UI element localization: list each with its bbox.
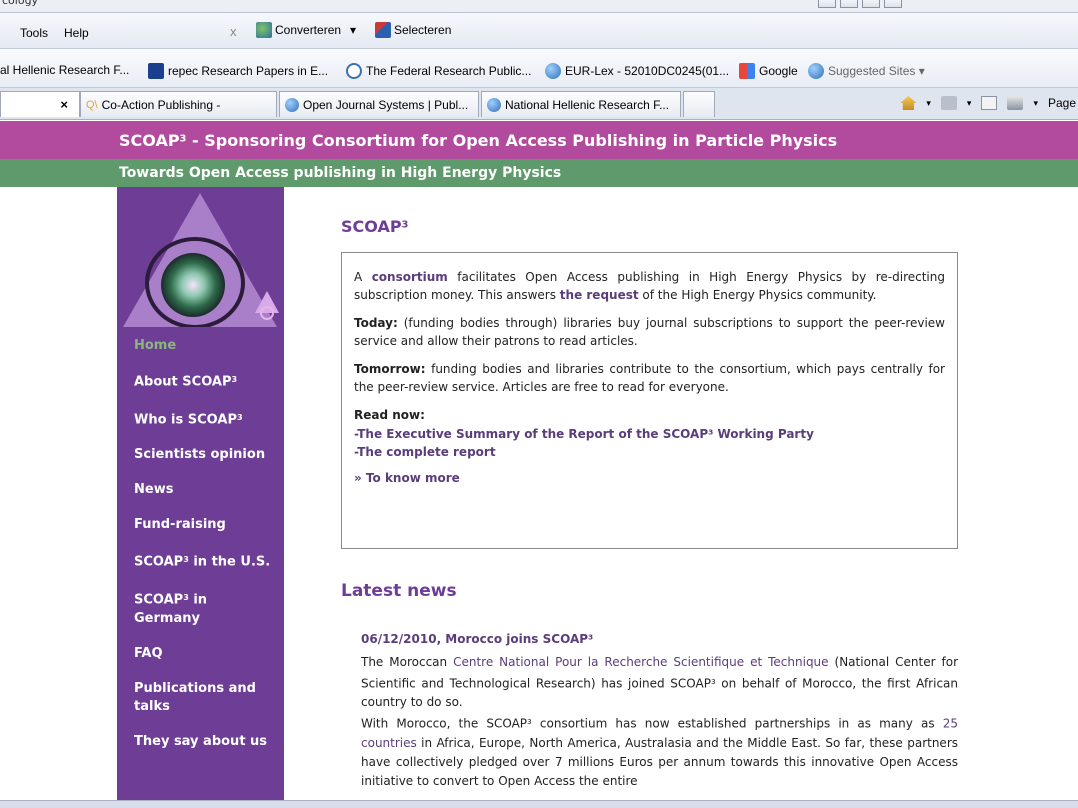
latest-news-heading: Latest news (341, 581, 457, 601)
favorites-bar: al Hellenic Research F... repec Research… (0, 50, 1078, 88)
tab-label: Open Journal Systems | Publ... (303, 97, 469, 112)
nav-scientists-opinion[interactable]: Scientists opinion (117, 446, 284, 464)
favorite-label: Suggested Sites ▾ (828, 64, 925, 78)
favorite-eurlex[interactable]: EUR-Lex - 52010DC0245(01... (545, 63, 729, 79)
nav-fund-raising[interactable]: Fund-raising (117, 516, 284, 534)
nav-scoap-germany[interactable]: SCOAP3 in Germany (117, 589, 284, 628)
nav-they-say[interactable]: They say about us (117, 733, 284, 751)
ie-page-icon (285, 97, 299, 112)
ie-page-icon (808, 63, 824, 79)
feeds-icon[interactable] (940, 96, 957, 110)
menu-help[interactable]: Help (64, 26, 89, 40)
tab-open-journal-systems[interactable]: Open Journal Systems | Publ... (279, 91, 479, 117)
mail-icon[interactable] (981, 96, 998, 110)
nav-news[interactable]: News (117, 481, 284, 499)
menu-bar: Tools Help x Converteren ▾ Selecteren (0, 13, 1078, 49)
close-window-button[interactable] (862, 0, 880, 8)
command-bar: ▾ ▾ ▾ Page (900, 96, 1078, 110)
window-extra-button[interactable] (884, 0, 902, 8)
sidebar: Home About SCOAP3 Who is SCOAP3 Scientis… (117, 187, 284, 808)
nav-scoap-us[interactable]: SCOAP3 in the U.S. (117, 551, 284, 572)
new-tab-button[interactable] (683, 91, 715, 117)
ie-page-icon (545, 63, 561, 79)
read-now-label: Read now: (354, 408, 425, 422)
news-item-body: The Moroccan Centre National Pour la Rec… (361, 655, 958, 788)
window-title-strip: cology (0, 0, 1078, 13)
convert-icon (256, 22, 272, 38)
nav-publications[interactable]: Publications and talks (117, 680, 284, 716)
nav-faq[interactable]: FAQ (117, 645, 284, 663)
select-label: Selecteren (394, 23, 452, 37)
site-title: SCOAP3 - Sponsoring Consortium for Open … (119, 131, 838, 151)
favorite-suggested-sites[interactable]: Suggested Sites ▾ (808, 63, 925, 79)
favorite-google[interactable]: Google (739, 63, 798, 79)
favorite-label: al Hellenic Research F... (0, 63, 130, 77)
tab-national-hellenic[interactable]: National Hellenic Research F... (481, 91, 681, 117)
site-subheader: Towards Open Access publishing in High E… (0, 159, 1078, 187)
favorite-label: repec Research Papers in E... (168, 64, 329, 78)
convert-button[interactable]: Converteren ▾ (256, 22, 356, 38)
site-header: SCOAP3 - Sponsoring Consortium for Open … (0, 121, 1078, 159)
today-paragraph: Today: (funding bodies through) librarie… (354, 316, 945, 348)
google-icon (739, 63, 755, 79)
nav-who[interactable]: Who is SCOAP3 (117, 409, 284, 430)
scoap-logo (123, 193, 279, 327)
tomorrow-paragraph: Tomorrow: funding bodies and libraries c… (354, 362, 945, 394)
home-icon[interactable] (900, 96, 917, 110)
favorite-repec[interactable]: repec Research Papers in E... (148, 63, 328, 79)
tab-label: Co-Action Publishing - (101, 97, 221, 112)
chevron-down-icon: ▾ (350, 23, 357, 37)
status-bar (0, 800, 1078, 808)
co-action-icon: Q\ (86, 98, 98, 111)
close-toolbar-icon[interactable]: x (230, 24, 237, 39)
ie-page-icon (487, 97, 501, 112)
to-know-more-link[interactable]: » To know more (354, 471, 460, 485)
executive-summary-link[interactable]: -The Executive Summary of the Report of … (354, 427, 814, 441)
tab-co-action[interactable]: Q\ Co-Action Publishing - (80, 91, 277, 117)
favorite-label: The Federal Research Public... (366, 64, 532, 78)
sidebar-nav: Home About SCOAP3 Who is SCOAP3 Scientis… (117, 337, 284, 751)
nav-about[interactable]: About SCOAP3 (117, 371, 284, 392)
print-icon[interactable] (1007, 96, 1024, 110)
minimize-button[interactable] (818, 0, 836, 8)
menu-tools[interactable]: Tools (20, 26, 48, 40)
page-title: SCOAP3 (341, 217, 409, 236)
complete-report-link[interactable]: -The complete report (354, 445, 496, 459)
tab-label: National Hellenic Research F... (505, 97, 670, 112)
favorite-federal-research[interactable]: The Federal Research Public... (346, 63, 531, 79)
intro-box: A consortium facilitates Open Access pub… (341, 252, 958, 549)
nav-home[interactable]: Home (117, 337, 284, 355)
consortium-link[interactable]: consortium (372, 270, 448, 284)
window-title: cology (2, 0, 39, 7)
tab-bar: × Q\ Co-Action Publishing - Open Journal… (0, 88, 1078, 120)
intro-paragraph: A consortium facilitates Open Access pub… (354, 270, 945, 302)
favorite-label: Google (759, 64, 798, 78)
chevron-down-icon[interactable]: ▾ (967, 98, 972, 109)
news-item-title[interactable]: 06/12/2010, Morocco joins SCOAP3 (361, 632, 593, 646)
convert-label: Converteren (275, 23, 342, 37)
request-link[interactable]: the request (560, 288, 639, 302)
more-paragraph: » To know more (354, 469, 945, 487)
site-subtitle: Towards Open Access publishing in High E… (119, 165, 562, 181)
chevron-down-icon[interactable]: ▾ (1033, 98, 1038, 109)
repec-icon (148, 63, 164, 79)
tab-current[interactable]: × (0, 91, 80, 117)
favorite-hellenic[interactable]: al Hellenic Research F... (0, 63, 129, 77)
favorite-label: EUR-Lex - 52010DC0245(01... (565, 64, 730, 78)
chevron-down-icon[interactable]: ▾ (926, 98, 931, 109)
read-now-block: Read now: -The Executive Summary of the … (354, 406, 945, 461)
cnrst-link[interactable]: Centre National Pour la Recherche Scient… (453, 655, 828, 669)
select-button[interactable]: Selecteren (375, 22, 451, 38)
federal-research-icon (346, 63, 362, 79)
maximize-button[interactable] (840, 0, 858, 8)
page-menu[interactable]: Page (1048, 96, 1076, 110)
close-tab-icon[interactable]: × (60, 97, 68, 112)
select-icon (375, 22, 391, 38)
